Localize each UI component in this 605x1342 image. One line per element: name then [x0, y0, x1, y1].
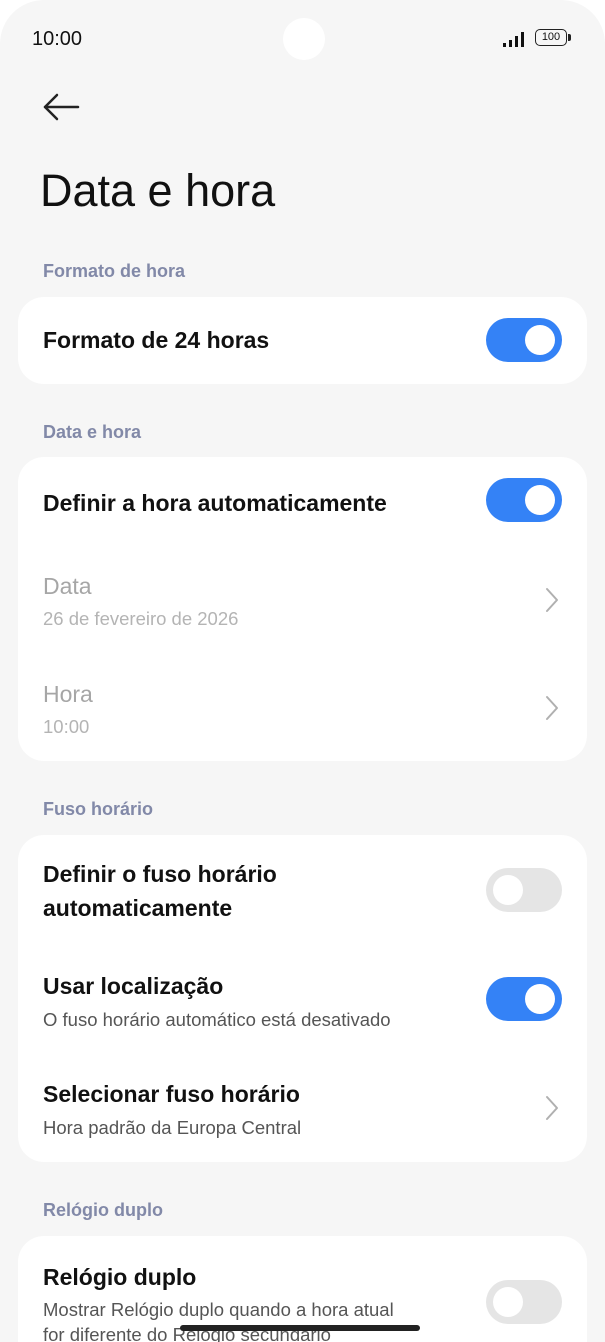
home-indicator[interactable]	[180, 1325, 420, 1331]
battery-level: 100	[535, 29, 567, 46]
chevron-right-icon	[546, 696, 558, 720]
row-auto-time[interactable]: Definir a hora automaticamente	[18, 457, 587, 545]
row-subtitle-line1: Mostrar Relógio duplo quando a hora atua…	[43, 1299, 394, 1320]
row-title: Selecionar fuso horário	[43, 1081, 300, 1107]
page-title: Data e hora	[40, 165, 276, 216]
section-label-time-format: Formato de hora	[43, 261, 186, 281]
row-time[interactable]: Hora 10:00	[18, 665, 587, 755]
row-title: Definir a hora automaticamente	[43, 490, 387, 516]
row-use-location[interactable]: Usar localização O fuso horário automáti…	[18, 955, 587, 1055]
back-arrow-icon[interactable]	[40, 88, 82, 126]
row-title: Formato de 24 horas	[43, 327, 270, 353]
toggle-knob	[493, 1287, 523, 1317]
status-bar: 10:00 100	[0, 0, 605, 80]
row-title: Hora	[43, 681, 93, 707]
toggle-auto-time[interactable]	[486, 478, 562, 522]
row-title-line2: automaticamente	[43, 895, 233, 921]
row-title: Usar localização	[43, 973, 224, 999]
toggle-knob	[525, 984, 555, 1014]
row-subtitle: 26 de fevereiro de 2026	[43, 608, 239, 629]
toggle-use-location[interactable]	[486, 977, 562, 1021]
toggle-knob	[493, 875, 523, 905]
signal-icon	[503, 32, 524, 47]
camera-cutout	[283, 18, 325, 60]
row-auto-time-zone[interactable]: Definir o fuso horário automaticamente	[18, 835, 587, 945]
chevron-right-icon	[546, 1096, 558, 1120]
card-time-format: Formato de 24 horas	[18, 297, 587, 384]
toggle-knob	[525, 485, 555, 515]
row-date[interactable]: Data 26 de fevereiro de 2026	[18, 557, 587, 647]
row-24-hour-format[interactable]: Formato de 24 horas	[18, 297, 587, 384]
status-time: 10:00	[32, 28, 83, 50]
settings-screen: 10:00 100 Data e hora Formato de hora Fo…	[0, 0, 605, 1342]
toggle-dual-clock[interactable]	[486, 1280, 562, 1324]
row-subtitle: 10:00	[43, 716, 90, 737]
row-title-line1: Definir o fuso horário	[43, 861, 277, 887]
section-label-dual-clock: Relógio duplo	[43, 1200, 163, 1220]
section-label-date-time: Data e hora	[43, 422, 142, 442]
row-select-time-zone[interactable]: Selecionar fuso horário Hora padrão da E…	[18, 1063, 587, 1162]
toggle-auto-time-zone[interactable]	[486, 868, 562, 912]
section-label-time-zone: Fuso horário	[43, 799, 154, 819]
card-date-time: Definir a hora automaticamente Data 26 d…	[18, 457, 587, 761]
battery-tip	[568, 34, 571, 41]
row-title: Relógio duplo	[43, 1264, 197, 1290]
chevron-right-icon	[546, 588, 558, 612]
row-subtitle: Hora padrão da Europa Central	[43, 1117, 302, 1138]
row-subtitle: O fuso horário automático está desativad…	[43, 1009, 391, 1030]
toggle-knob	[525, 325, 555, 355]
toggle-24-hour-format[interactable]	[486, 318, 562, 362]
row-title: Data	[43, 573, 92, 599]
battery-icon: 100	[535, 29, 571, 46]
card-time-zone: Definir o fuso horário automaticamente U…	[18, 835, 587, 1162]
